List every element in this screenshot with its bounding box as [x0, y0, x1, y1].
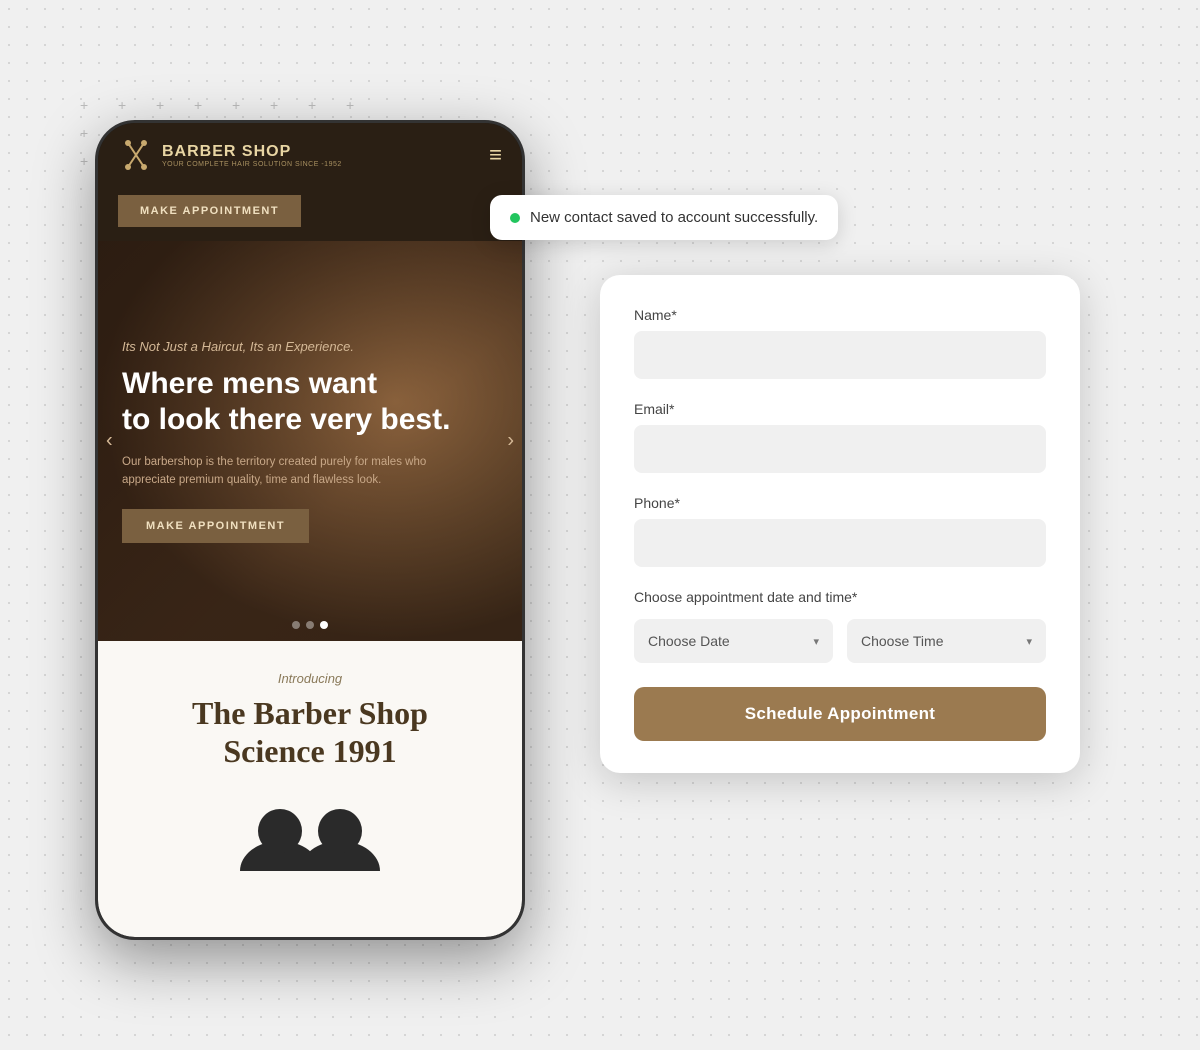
time-dropdown-arrow: ▾	[1026, 635, 1032, 648]
toast-notification: New contact saved to account successfull…	[490, 195, 838, 240]
carousel-prev-arrow[interactable]: ‹	[106, 430, 113, 453]
plus-icon: +	[346, 98, 370, 112]
plus-icon: +	[308, 98, 332, 112]
introducing-label: Introducing	[278, 671, 342, 686]
plus-icon: +	[118, 98, 142, 112]
datetime-group: Choose appointment date and time* Choose…	[634, 589, 1046, 663]
carousel-dot-2[interactable]	[306, 621, 314, 629]
plus-icon: +	[270, 98, 294, 112]
name-label: Name*	[634, 307, 1046, 323]
phone-mockup: BARBER SHOP YOUR COMPLETE HAIR SOLUTION …	[95, 120, 525, 940]
hero-content: Its Not Just a Haircut, Its an Experienc…	[98, 319, 474, 563]
phone-brand-title: BARBER SHOP	[162, 143, 342, 161]
phone-logo: BARBER SHOP YOUR COMPLETE HAIR SOLUTION …	[118, 137, 342, 173]
phone-field-group: Phone*	[634, 495, 1046, 567]
phone-label: Phone*	[634, 495, 1046, 511]
hero-tagline: Its Not Just a Haircut, Its an Experienc…	[122, 339, 450, 354]
choose-date-label: Choose Date	[648, 633, 730, 649]
scissors-icon	[118, 137, 154, 173]
phone-top-btn-area: MAKE APPOINTMENT	[98, 187, 522, 241]
phone-brand-sub: YOUR COMPLETE HAIR SOLUTION SINCE -1952	[162, 161, 342, 168]
make-appointment-hero-button[interactable]: MAKE APPOINTMENT	[122, 509, 309, 543]
toast-success-indicator	[510, 213, 520, 223]
plus-icon: +	[156, 98, 180, 112]
phone-hero-section: Its Not Just a Haircut, Its an Experienc…	[98, 241, 522, 641]
carousel-dots	[292, 621, 328, 629]
name-field-group: Name*	[634, 307, 1046, 379]
phone-bottom-section: Introducing The Barber ShopScience 1991	[98, 641, 522, 937]
choose-date-button[interactable]: Choose Date ▾	[634, 619, 833, 663]
date-dropdown-arrow: ▾	[813, 635, 819, 648]
toast-message: New contact saved to account successfull…	[530, 209, 818, 226]
carousel-next-arrow[interactable]: ›	[507, 430, 514, 453]
phone-navbar: BARBER SHOP YOUR COMPLETE HAIR SOLUTION …	[98, 123, 522, 187]
email-input[interactable]	[634, 425, 1046, 473]
phone-input[interactable]	[634, 519, 1046, 567]
plus-icon: +	[80, 98, 104, 112]
plus-icon: +	[232, 98, 256, 112]
date-time-row: Choose Date ▾ Choose Time ▾	[634, 619, 1046, 663]
carousel-dot-1[interactable]	[292, 621, 300, 629]
email-field-group: Email*	[634, 401, 1046, 473]
choose-time-label: Choose Time	[861, 633, 943, 649]
name-input[interactable]	[634, 331, 1046, 379]
carousel-dot-3[interactable]	[320, 621, 328, 629]
barber-silhouette	[230, 791, 390, 871]
hamburger-icon[interactable]: ≡	[489, 142, 502, 168]
hero-headline: Where mens wantto look there very best.	[122, 366, 450, 438]
shop-title: The Barber ShopScience 1991	[192, 694, 428, 771]
datetime-label: Choose appointment date and time*	[634, 589, 1046, 605]
schedule-appointment-button[interactable]: Schedule Appointment	[634, 687, 1046, 741]
make-appointment-top-button[interactable]: MAKE APPOINTMENT	[118, 195, 301, 227]
hero-description: Our barbershop is the territory created …	[122, 454, 450, 489]
appointment-form-card: Name* Email* Phone* Choose appointment d…	[600, 275, 1080, 773]
choose-time-button[interactable]: Choose Time ▾	[847, 619, 1046, 663]
email-label: Email*	[634, 401, 1046, 417]
plus-icon: +	[194, 98, 218, 112]
